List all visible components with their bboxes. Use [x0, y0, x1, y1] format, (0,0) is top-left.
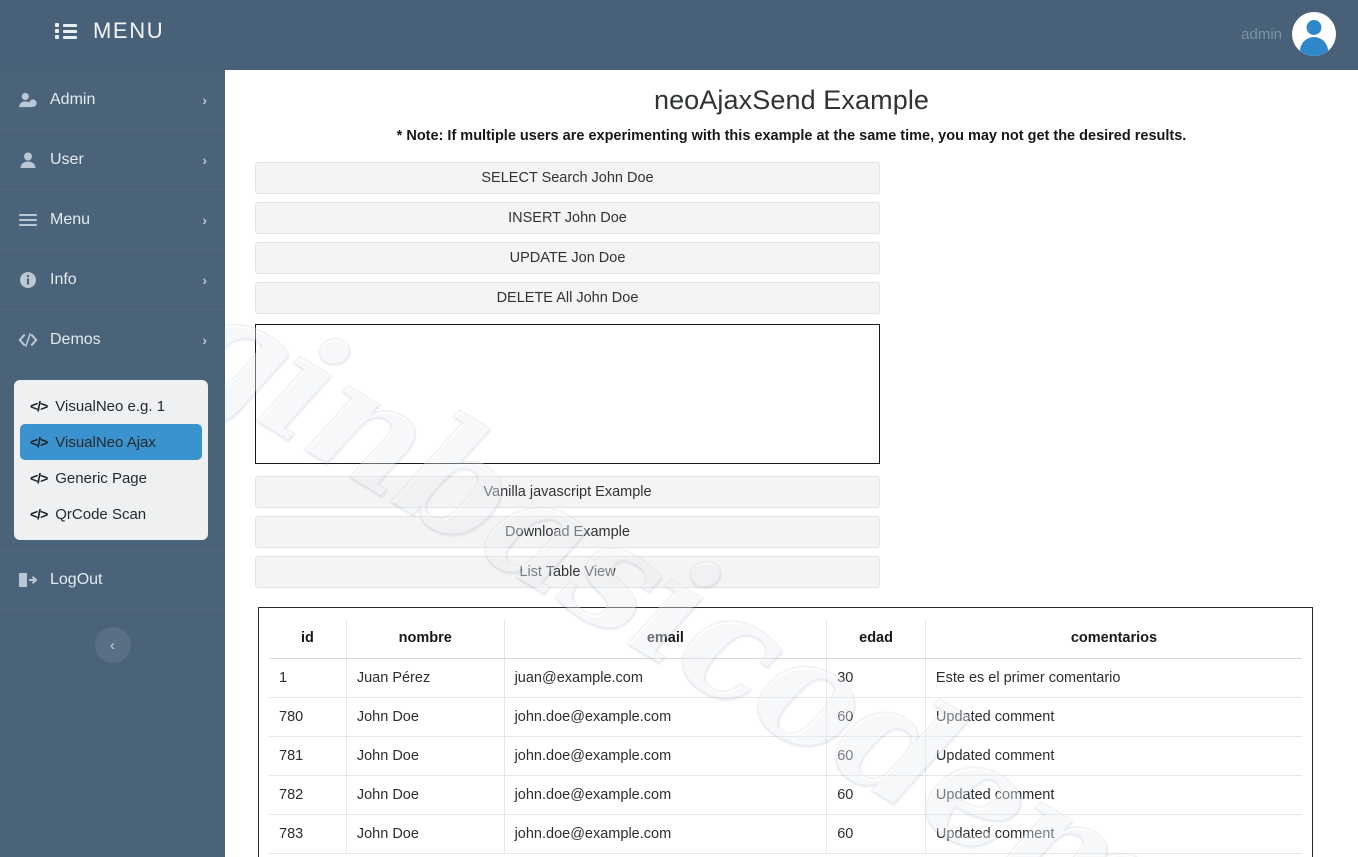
- submenu-item-label: Generic Page: [55, 469, 147, 487]
- submenu-item-label: VisualNeo Ajax: [55, 433, 156, 451]
- table-row[interactable]: 1 Juan Pérez juan@example.com 30 Este es…: [269, 658, 1302, 698]
- code-icon: [18, 333, 38, 347]
- submenu-item-generic-page[interactable]: </> Generic Page: [20, 460, 202, 496]
- list-icon: [55, 22, 77, 40]
- cell-comentarios: Updated comment: [924, 814, 1302, 854]
- column-header-edad: edad: [826, 620, 926, 659]
- sidebar-item-label: Menu: [50, 210, 91, 228]
- cell-id: 783: [269, 814, 347, 854]
- sidebar-item-logout[interactable]: LogOut: [0, 550, 225, 610]
- cell-comentarios: Updated comment: [924, 697, 1302, 737]
- avatar[interactable]: [1292, 12, 1336, 56]
- top-header-bar: MENU admin: [0, 0, 1358, 70]
- page-title: neoAjaxSend Example: [653, 85, 930, 115]
- chevron-right-icon: ›: [202, 91, 207, 108]
- sidebar-item-label: Info: [50, 270, 77, 288]
- chevron-right-icon: ›: [202, 151, 207, 168]
- cell-email: john.doe@example.com: [503, 775, 827, 815]
- table-header-row: id nombre email edad comentarios: [269, 620, 1302, 659]
- sidebar-item-label: Admin: [50, 90, 96, 108]
- sidebar-item-info[interactable]: Info ›: [0, 250, 225, 310]
- cell-nombre: John Doe: [345, 775, 505, 815]
- cell-nombre: John Doe: [345, 697, 505, 737]
- sidebar-item-demos[interactable]: Demos ›: [0, 310, 225, 370]
- vanilla-js-example-button[interactable]: Vanilla javascript Example: [255, 476, 880, 508]
- submenu-item-label: QrCode Scan: [55, 505, 147, 523]
- cell-email: john.doe@example.com: [503, 814, 827, 854]
- submenu-item-label: VisualNeo e.g. 1: [55, 397, 166, 415]
- chevron-right-icon: ›: [202, 211, 207, 228]
- cell-edad: 60: [826, 775, 926, 815]
- cell-id: 1: [269, 658, 347, 698]
- menu-label: MENU: [93, 18, 165, 43]
- cell-edad: 60: [826, 697, 926, 737]
- column-header-nombre: nombre: [345, 620, 505, 659]
- cell-id: 781: [269, 736, 347, 776]
- list-table-view-button[interactable]: List Table View: [255, 556, 880, 588]
- column-header-id: id: [269, 620, 347, 659]
- user-name-label: admin: [1241, 25, 1282, 43]
- code-icon: </>: [30, 506, 48, 522]
- note-text: * Note: If multiple users are experiment…: [396, 128, 1187, 144]
- cell-comentarios: Este es el primer comentario: [924, 658, 1302, 698]
- sidebar-item-label: LogOut: [50, 571, 103, 588]
- sidebar-item-label: Demos: [50, 331, 101, 348]
- sidebar-item-user[interactable]: User ›: [0, 130, 225, 190]
- cell-comentarios: Updated comment: [924, 736, 1302, 776]
- result-output-textarea[interactable]: [255, 324, 880, 464]
- sidebar-item-admin[interactable]: Admin ›: [0, 70, 225, 130]
- code-icon: </>: [30, 434, 48, 450]
- submenu-item-visualneo-ajax[interactable]: </> VisualNeo Ajax: [20, 424, 202, 460]
- cell-email: juan@example.com: [503, 658, 827, 698]
- column-header-comentarios: comentarios: [924, 620, 1302, 659]
- chevron-left-icon: ‹: [110, 636, 115, 654]
- app-root: MENU admin Admin › User › Menu › Info › …: [0, 0, 1358, 857]
- cell-id: 782: [269, 775, 347, 815]
- chevron-right-icon: ›: [202, 332, 207, 348]
- cell-nombre: Juan Pérez: [345, 658, 505, 698]
- table-row[interactable]: 783 John Doe john.doe@example.com 60 Upd…: [269, 814, 1302, 854]
- sidebar-collapse-button[interactable]: ‹: [94, 627, 131, 663]
- delete-all-button[interactable]: DELETE All John Doe: [255, 282, 880, 314]
- collapse-row: ‹: [0, 610, 225, 663]
- user-gear-icon: [18, 92, 38, 108]
- column-header-email: email: [503, 620, 827, 659]
- demos-submenu-panel: </> VisualNeo e.g. 1 </> VisualNeo Ajax …: [14, 380, 208, 540]
- insert-button[interactable]: INSERT John Doe: [255, 202, 880, 234]
- download-example-button[interactable]: Download Example: [255, 516, 880, 548]
- sidebar-item-menu[interactable]: Menu ›: [0, 190, 225, 250]
- table-row[interactable]: 780 John Doe john.doe@example.com 60 Upd…: [269, 697, 1302, 737]
- sidebar-item-label: User: [50, 150, 84, 168]
- records-table: id nombre email edad comentarios 1 Juan …: [269, 620, 1302, 854]
- main-content: neoAjaxSend Example * Note: If multiple …: [225, 70, 1358, 857]
- update-button[interactable]: UPDATE Jon Doe: [255, 242, 880, 274]
- submenu-item-visualneo-eg1[interactable]: </> VisualNeo e.g. 1: [20, 388, 202, 424]
- menu-toggle-button[interactable]: MENU: [55, 18, 164, 44]
- sidebar: Admin › User › Menu › Info › Demos › </>…: [0, 70, 225, 857]
- hamburger-icon: [18, 213, 38, 227]
- cell-id: 780: [269, 697, 347, 737]
- cell-edad: 30: [826, 658, 926, 698]
- cell-email: john.doe@example.com: [503, 736, 827, 776]
- cell-edad: 60: [826, 736, 926, 776]
- code-icon: </>: [30, 470, 48, 486]
- user-icon: [18, 152, 38, 168]
- cell-edad: 60: [826, 814, 926, 854]
- cell-comentarios: Updated comment: [924, 775, 1302, 815]
- logout-icon: [18, 573, 38, 587]
- user-account-area[interactable]: admin: [1241, 12, 1336, 56]
- cell-email: john.doe@example.com: [503, 697, 827, 737]
- cell-nombre: John Doe: [345, 814, 505, 854]
- chevron-right-icon: ›: [202, 271, 207, 288]
- info-circle-icon: [18, 271, 38, 288]
- table-row[interactable]: 781 John Doe john.doe@example.com 60 Upd…: [269, 736, 1302, 776]
- code-icon: </>: [30, 398, 48, 414]
- submenu-item-qrcode-scan[interactable]: </> QrCode Scan: [20, 496, 202, 532]
- action-button-stack: SELECT Search John Doe INSERT John Doe U…: [255, 162, 880, 588]
- table-row[interactable]: 782 John Doe john.doe@example.com 60 Upd…: [269, 775, 1302, 815]
- table-container: id nombre email edad comentarios 1 Juan …: [258, 607, 1313, 857]
- cell-nombre: John Doe: [345, 736, 505, 776]
- select-search-button[interactable]: SELECT Search John Doe: [255, 162, 880, 194]
